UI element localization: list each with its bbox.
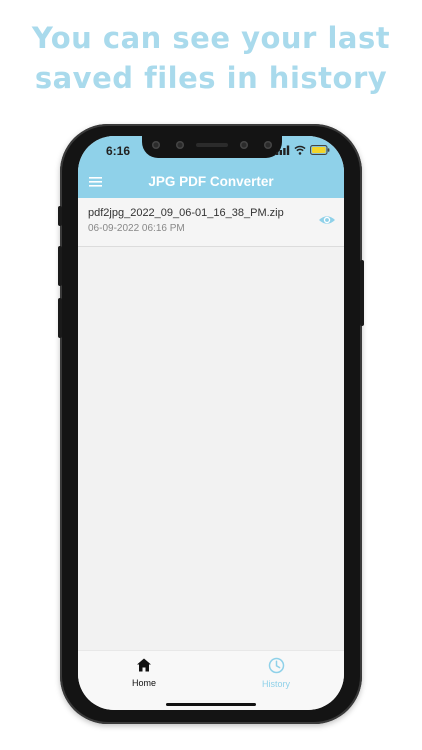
front-camera-icon xyxy=(152,141,160,149)
sensor-icon xyxy=(176,141,184,149)
earpiece-speaker xyxy=(196,143,228,147)
promo-headline-line-2: saved files in history xyxy=(34,61,388,95)
battery-icon xyxy=(310,145,330,155)
cellular-signal-icon xyxy=(276,145,290,155)
clock-icon xyxy=(268,657,284,674)
face-id-camera-icon xyxy=(264,141,272,149)
volume-down-button xyxy=(58,298,62,338)
history-file-date: 06-09-2022 06:16 PM xyxy=(88,223,185,234)
nav-item-home[interactable]: Home xyxy=(104,657,184,688)
home-indicator[interactable] xyxy=(166,703,256,706)
home-icon xyxy=(137,658,151,672)
status-time: 6:16 xyxy=(106,144,131,158)
eye-icon[interactable] xyxy=(318,213,336,227)
wifi-icon xyxy=(294,145,306,155)
silent-switch xyxy=(58,206,62,226)
nav-item-history-label: History xyxy=(261,679,290,689)
phone-screen: 6:16 JPG PDF Converter pdf2jpg_2022_09_0… xyxy=(78,136,344,710)
app-bar: 6:16 JPG PDF Converter xyxy=(78,136,344,198)
promo-headline-line-1: You can see your last xyxy=(31,21,391,55)
app-title: JPG PDF Converter xyxy=(148,174,274,189)
promo-headline: You can see your last saved files in his… xyxy=(0,18,422,98)
power-button xyxy=(360,260,364,326)
volume-up-button xyxy=(58,246,62,286)
proximity-sensor-icon xyxy=(240,141,248,149)
camera-notch xyxy=(142,136,282,158)
history-file-name: pdf2jpg_2022_09_06-01_16_38_PM.zip xyxy=(88,207,284,219)
nav-item-home-label: Home xyxy=(131,678,156,688)
status-icons xyxy=(276,144,330,156)
history-list-item[interactable]: pdf2jpg_2022_09_06-01_16_38_PM.zip 06-09… xyxy=(78,198,344,247)
bottom-navigation: Home History xyxy=(78,650,344,710)
nav-item-history[interactable]: History xyxy=(236,657,316,689)
